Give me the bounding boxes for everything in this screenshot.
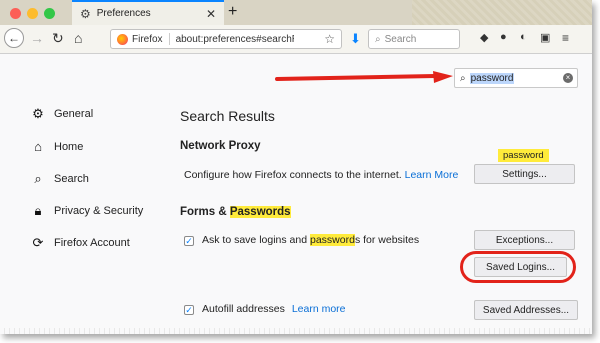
preferences-search-input[interactable]: ⌕ password × — [454, 68, 578, 88]
search-match-tooltip: password — [498, 149, 549, 162]
nav-toolbar: ← → ↻ ⌂ Firefox about:preferences#search… — [0, 25, 592, 54]
home-icon: ⌂ — [34, 139, 42, 154]
extension-icon[interactable]: ● — [500, 31, 507, 43]
firefox-logo-icon — [117, 33, 128, 45]
save-logins-checkbox[interactable]: ✓ — [184, 236, 194, 246]
label-text-suffix: s for websites — [354, 234, 420, 246]
tab-preferences[interactable]: ⚙ Preferences ✕ — [72, 0, 224, 25]
sidebar-item-label: Firefox Account — [54, 237, 130, 249]
zoom-window-button[interactable] — [44, 8, 55, 19]
browser-window: ⚙ Preferences ✕ + ← → ↻ ⌂ Firefox about:… — [0, 0, 592, 334]
reload-button[interactable]: ↻ — [52, 30, 64, 47]
close-icon[interactable]: ✕ — [206, 7, 216, 21]
torn-edge — [0, 328, 592, 334]
sidebar-item-label: Search — [54, 173, 89, 185]
gear-icon: ⚙ — [80, 6, 91, 21]
url-text[interactable]: about:preferences#searchRes — [176, 34, 294, 45]
bookmark-star-icon[interactable]: ☆ — [324, 32, 335, 46]
search-icon: ⌕ — [460, 72, 466, 84]
label-text: Autofill addresses — [202, 303, 285, 315]
proxy-settings-button[interactable]: Settings... — [474, 164, 575, 184]
red-circle-annotation — [460, 251, 576, 283]
theme-decoration — [412, 0, 592, 25]
search-value[interactable]: password — [469, 72, 515, 84]
clear-search-icon[interactable]: × — [563, 73, 573, 83]
gear-icon: ⚙ — [32, 106, 44, 121]
tab-title: Preferences — [96, 8, 151, 19]
red-arrow-annotation — [275, 71, 453, 83]
sidebar-item-general[interactable]: ⚙ General — [30, 106, 93, 122]
autofill-addresses-checkbox[interactable]: ✓ — [184, 305, 194, 315]
title-highlight: Passwords — [229, 206, 291, 218]
identity-label: Firefox — [132, 33, 163, 45]
description-text: Configure how Firefox connects to the in… — [184, 169, 402, 181]
search-icon: ⌕ — [375, 33, 381, 45]
autofill-addresses-label: Autofill addresses Learn more — [202, 303, 346, 315]
sync-icon[interactable]: ◐ — [520, 31, 527, 43]
sidebar-item-label: Privacy & Security — [54, 205, 144, 217]
lock-icon: 🔒︎ — [34, 203, 42, 218]
home-button[interactable]: ⌂ — [74, 30, 82, 46]
saved-addresses-button[interactable]: Saved Addresses... — [474, 300, 578, 320]
page-title: Search Results — [180, 108, 275, 124]
sidebar-item-home[interactable]: ⌂ Home — [30, 139, 83, 154]
layers-icon[interactable]: ◆ — [480, 31, 488, 44]
learn-more-link[interactable]: Learn more — [292, 303, 346, 315]
preferences-content: ⌕ password × ⚙ General ⌂ Home ⌕ Search 🔒… — [0, 54, 592, 334]
download-icon[interactable]: ⬇ — [350, 31, 361, 47]
url-bar[interactable]: Firefox about:preferences#searchRes ☆ — [110, 29, 342, 49]
menu-icon[interactable]: ≡ — [562, 31, 569, 45]
label-text: Ask to save logins and — [202, 234, 310, 246]
back-button[interactable]: ← — [4, 28, 24, 48]
close-window-button[interactable] — [10, 8, 21, 19]
label-highlight: password — [309, 234, 355, 246]
search-icon: ⌕ — [34, 171, 42, 186]
sync-icon: ⟳ — [32, 235, 44, 250]
sidebar-item-label: General — [54, 108, 94, 120]
section-title-forms-passwords: Forms & Passwords — [180, 206, 291, 218]
sidebar-item-search[interactable]: ⌕ Search — [30, 171, 89, 187]
new-tab-button[interactable]: + — [228, 3, 237, 21]
sidebar-item-firefox-account[interactable]: ⟳ Firefox Account — [30, 235, 130, 251]
exceptions-button[interactable]: Exceptions... — [474, 230, 575, 250]
section-title-network-proxy: Network Proxy — [180, 140, 261, 152]
forward-button[interactable]: → — [30, 30, 44, 46]
save-logins-label: Ask to save logins and passwords for web… — [202, 234, 419, 246]
tab-bar: ⚙ Preferences ✕ + — [0, 0, 592, 25]
minimize-window-button[interactable] — [27, 8, 38, 19]
back-arrow-icon: ← — [8, 31, 20, 45]
title-text: Forms & — [180, 206, 230, 218]
divider — [168, 33, 170, 45]
sidebar-icon[interactable]: ▣ — [540, 31, 550, 44]
search-bar[interactable]: ⌕ Search — [368, 29, 460, 49]
network-proxy-description: Configure how Firefox connects to the in… — [184, 169, 458, 181]
learn-more-link[interactable]: Learn More — [405, 169, 459, 181]
sidebar-item-privacy-security[interactable]: 🔒︎ Privacy & Security — [30, 203, 144, 219]
sidebar-item-label: Home — [54, 140, 84, 153]
search-placeholder: Search — [384, 33, 417, 45]
